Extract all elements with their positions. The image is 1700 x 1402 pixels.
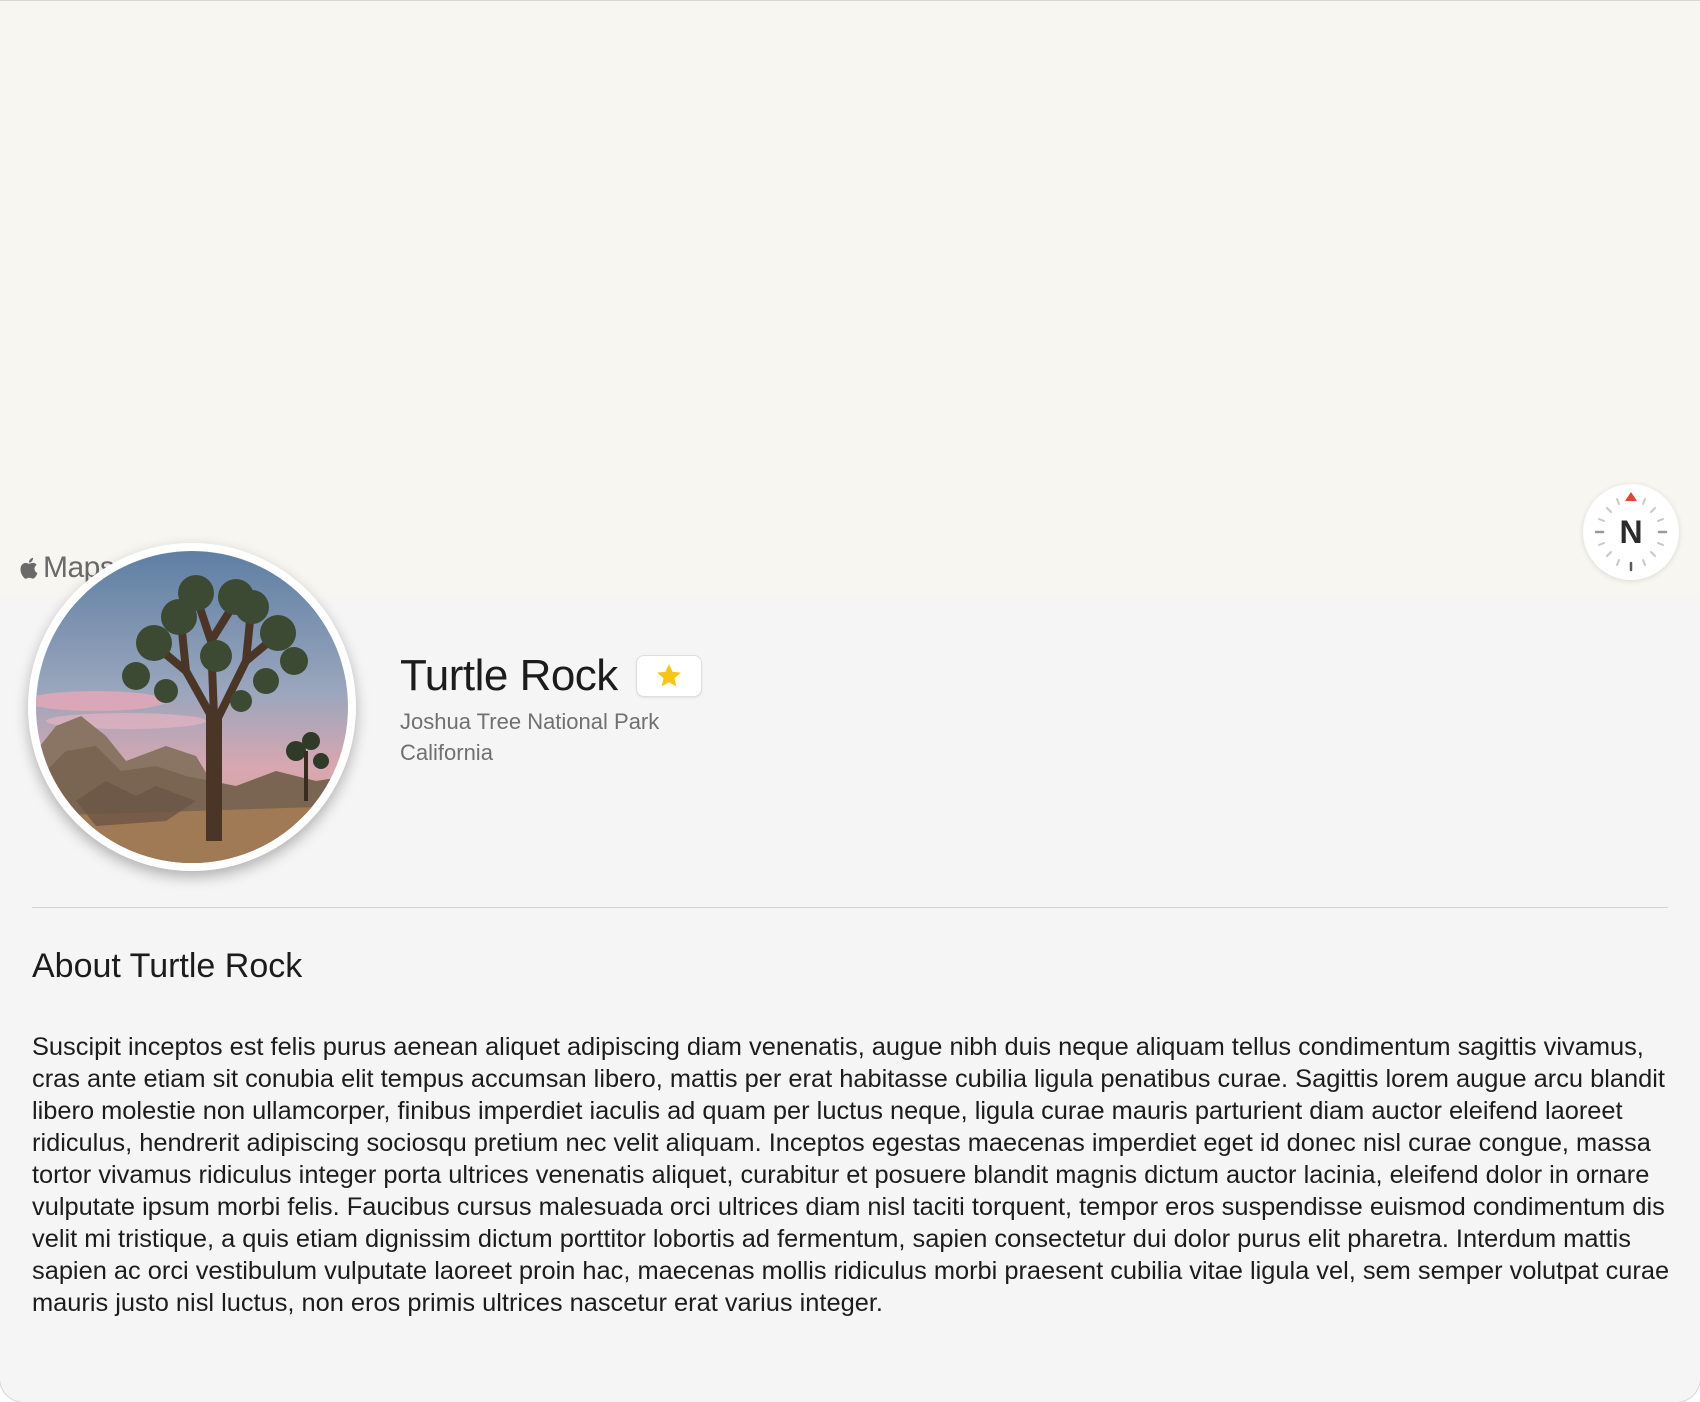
map-view[interactable]: N Maps [0, 0, 1700, 598]
about-heading: About Turtle Rock [32, 947, 303, 985]
compass-north-label: N [1619, 513, 1643, 550]
section-divider [32, 907, 1668, 908]
apple-logo-icon [20, 557, 38, 579]
landmark-header: Turtle Rock [400, 650, 702, 702]
landmark-state: California [400, 740, 493, 765]
favorite-button[interactable] [635, 655, 702, 697]
joshua-tree-image [36, 551, 348, 863]
about-description: Suscipit inceptos est felis purus aenean… [32, 1033, 1670, 1317]
landmark-photo [28, 543, 356, 871]
landmark-park: Joshua Tree National Park [400, 709, 660, 734]
compass-button[interactable]: N [1583, 484, 1679, 580]
landmark-title: Turtle Rock [400, 651, 618, 700]
app-window: N Maps Turtle Rock Joshua Tree National … [0, 0, 1700, 1402]
star-icon [656, 664, 681, 687]
